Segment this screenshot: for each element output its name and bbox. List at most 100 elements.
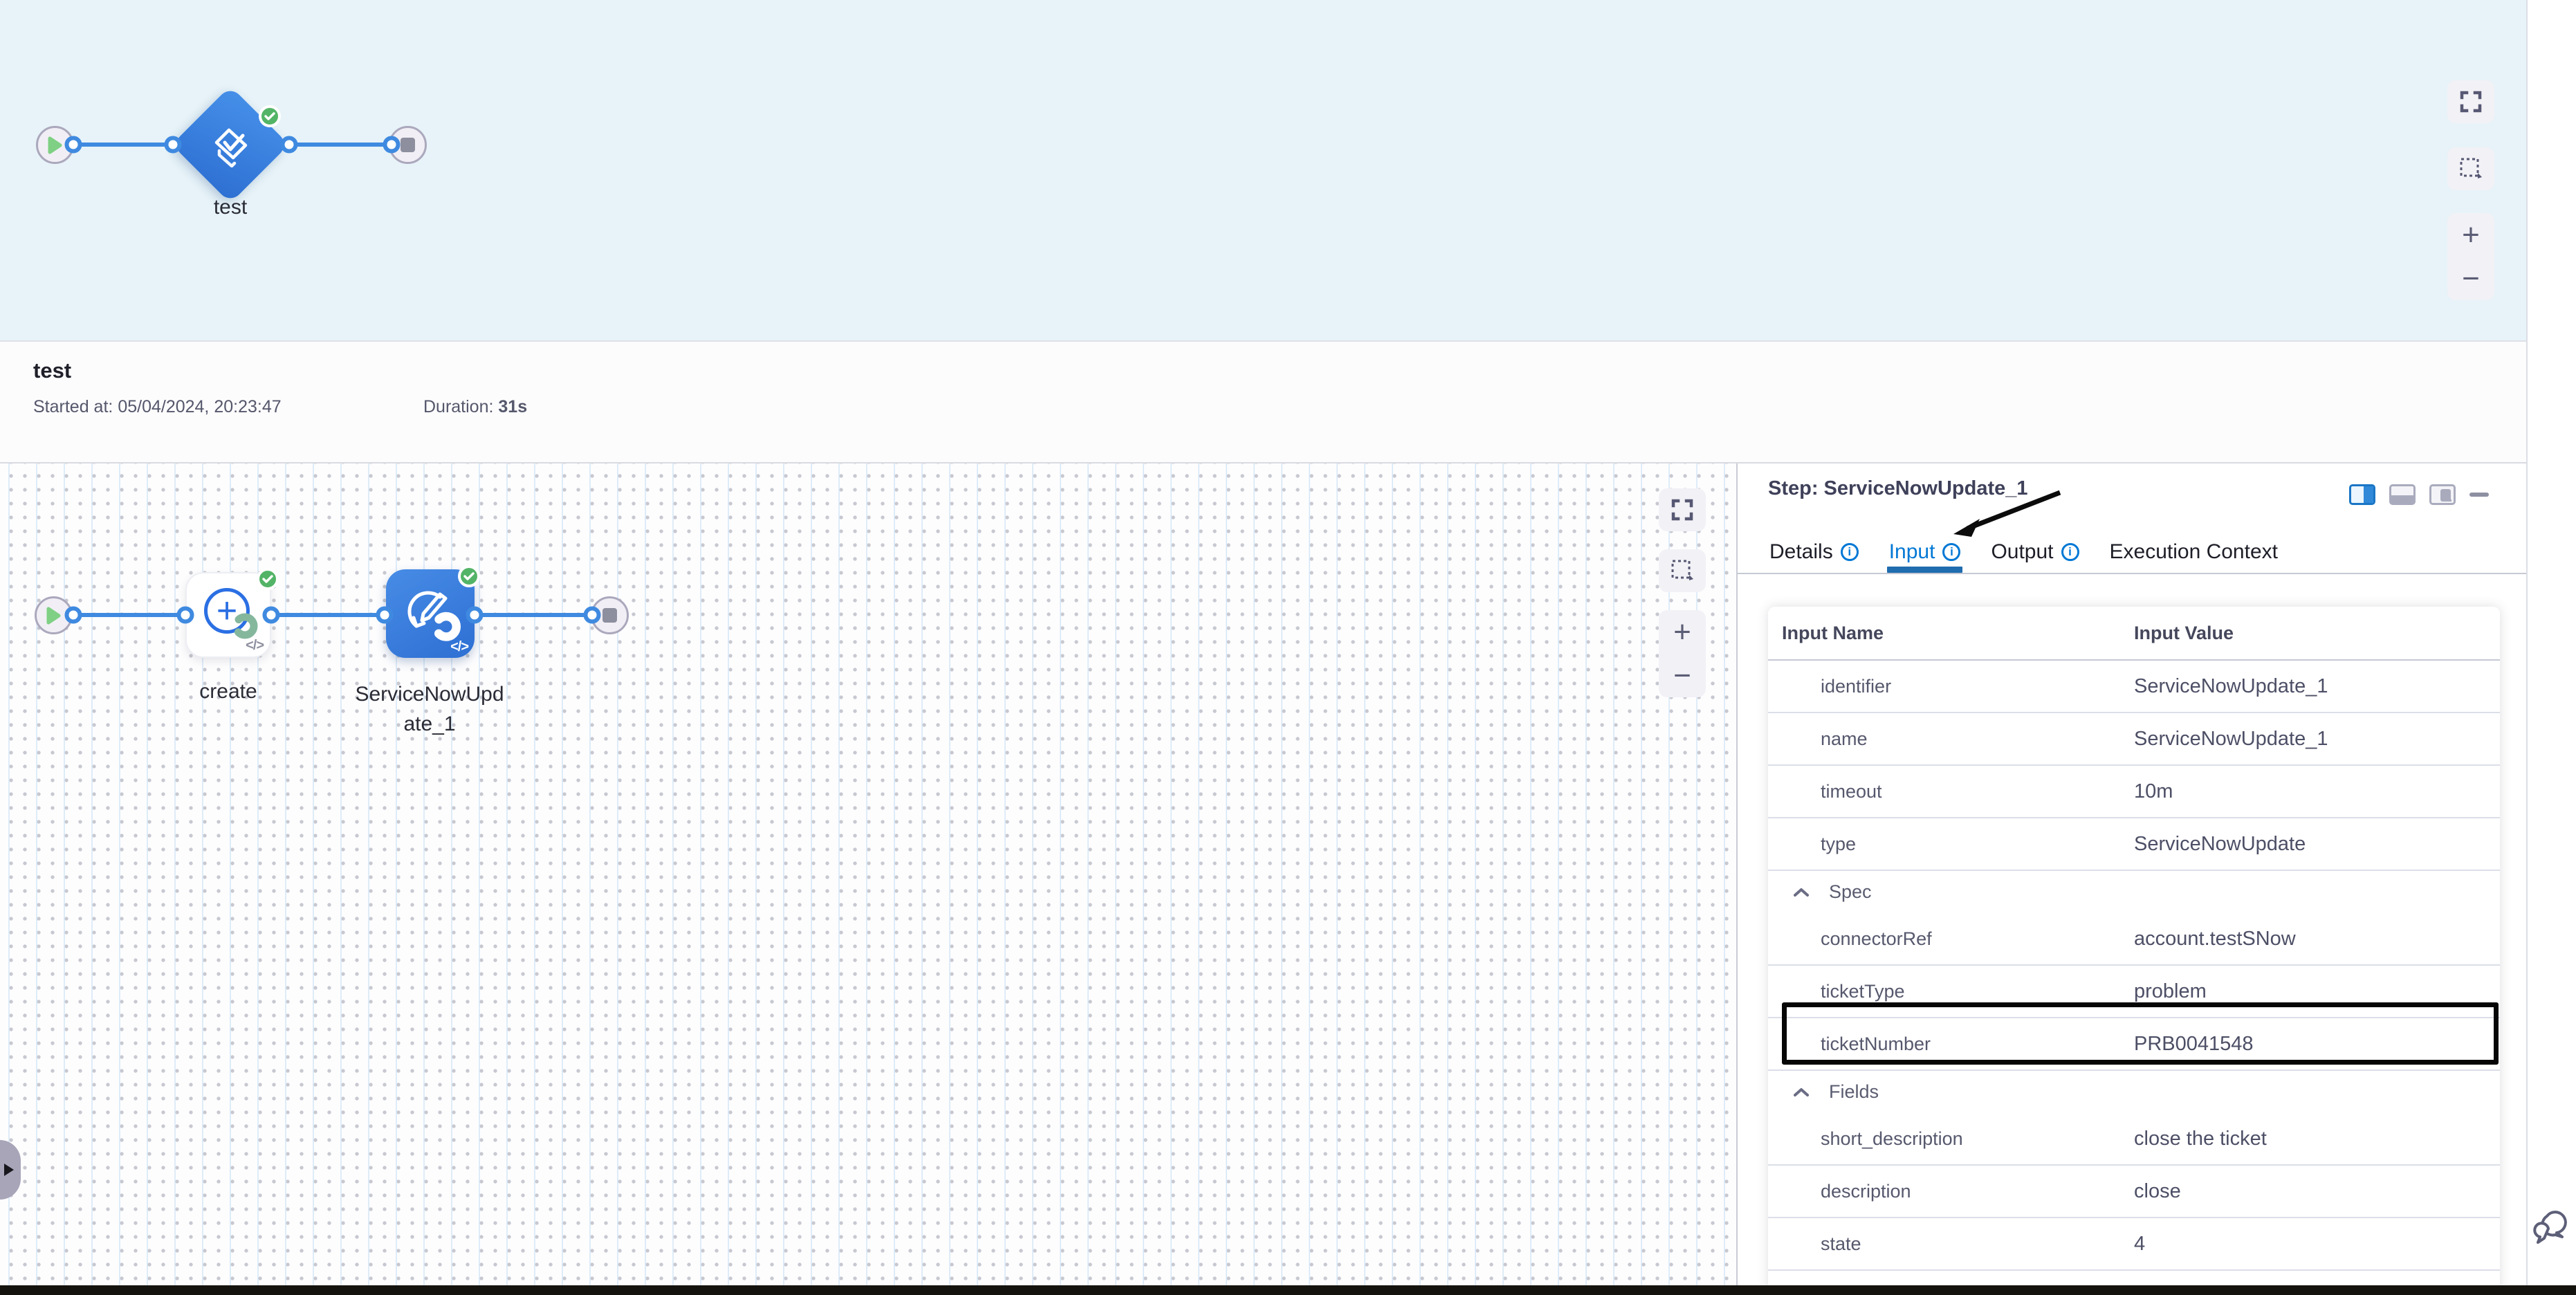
approval-step-icon xyxy=(211,125,252,171)
table-row: type ServiceNowUpdate xyxy=(1768,818,2500,871)
connector-port[interactable] xyxy=(376,607,394,624)
input-name: timeout xyxy=(1821,781,1882,802)
input-value: 10m xyxy=(2134,780,2173,803)
table-row: state 4 xyxy=(1768,1218,2500,1271)
input-value: ServiceNowUpdate xyxy=(2134,833,2306,856)
pipeline-canvas[interactable]: test + − xyxy=(0,0,2526,342)
input-value: problem xyxy=(2134,980,2207,1003)
tab-execution-context[interactable]: Execution Context xyxy=(2110,531,2278,573)
column-header-input-value: Input Value xyxy=(2134,623,2234,644)
chat-icon xyxy=(2534,1212,2566,1242)
connector-port[interactable] xyxy=(263,607,280,624)
table-section-header[interactable]: Fields xyxy=(1768,1071,2500,1113)
info-icon[interactable] xyxy=(1841,543,1859,561)
success-badge-icon xyxy=(259,105,281,127)
step-node-label[interactable]: create xyxy=(159,677,297,706)
layout-right-icon[interactable] xyxy=(2349,484,2375,505)
input-value: account.testSNow xyxy=(2134,928,2296,950)
connector-port[interactable] xyxy=(383,136,401,154)
table-row: short_description close the ticket xyxy=(1768,1113,2500,1166)
input-value: ServiceNowUpdate_1 xyxy=(2134,675,2328,698)
input-name: short_description xyxy=(1821,1128,1963,1150)
marquee-select-icon xyxy=(2459,157,2483,181)
ticket-number-highlight-box xyxy=(1782,1002,2499,1065)
section-label: Spec xyxy=(1829,881,1872,903)
input-name: connectorRef xyxy=(1821,928,1932,950)
tab-details[interactable]: Details xyxy=(1769,531,1859,573)
connector-port[interactable] xyxy=(584,607,601,624)
input-value: ServiceNowUpdate_1 xyxy=(2134,728,2328,751)
input-name: state xyxy=(1821,1233,1861,1255)
play-icon xyxy=(46,606,62,625)
zoom-out-icon[interactable]: − xyxy=(1673,661,1691,691)
zoom-controls: + − xyxy=(2447,213,2494,300)
input-name: description xyxy=(1821,1181,1911,1202)
annotation-arrow xyxy=(1937,483,2075,549)
input-value: 4 xyxy=(2134,1233,2145,1256)
chat-help-button[interactable] xyxy=(2532,1206,2572,1247)
layout-float-icon[interactable] xyxy=(2429,484,2456,505)
code-icon: </> xyxy=(246,638,264,654)
stop-icon xyxy=(602,608,617,623)
zoom-out-icon[interactable]: − xyxy=(2462,264,2480,294)
column-header-input-name: Input Name xyxy=(1782,623,1884,644)
table-section-header[interactable]: Spec xyxy=(1768,871,2500,913)
table-row: description close xyxy=(1768,1166,2500,1218)
chevron-up-icon xyxy=(1793,888,1810,897)
table-row: identifier ServiceNowUpdate_1 xyxy=(1768,661,2500,713)
step-panel-tabs: Details Input Output Execution Context xyxy=(1738,531,2526,574)
stop-icon xyxy=(401,138,415,152)
step-node-label[interactable]: ServiceNowUpdate_1 xyxy=(354,679,505,739)
started-value: 05/04/2024, 20:23:47 xyxy=(118,397,281,416)
connector-port[interactable] xyxy=(65,136,82,154)
success-badge-icon xyxy=(458,565,480,587)
chevron-up-icon xyxy=(1793,1087,1810,1097)
step-node-create[interactable]: + </> xyxy=(185,572,271,658)
bottom-screen-edge xyxy=(0,1285,2576,1295)
connector-port[interactable] xyxy=(65,607,82,624)
connector-port[interactable] xyxy=(281,136,298,154)
table-row: connectorRef account.testSNow xyxy=(1768,913,2500,966)
run-duration: Duration: 31s xyxy=(423,397,527,417)
table-row: timeout 10m xyxy=(1768,766,2500,818)
duration-value: 31s xyxy=(498,397,527,416)
input-name: type xyxy=(1821,834,1856,855)
table-body: identifier ServiceNowUpdate_1 name Servi… xyxy=(1768,661,2500,1295)
run-title: test xyxy=(33,358,71,383)
duration-label: Duration: xyxy=(423,397,493,416)
marquee-select-button[interactable] xyxy=(1659,549,1706,592)
step-node-servicenow-update[interactable]: </> xyxy=(386,569,475,658)
marquee-select-icon xyxy=(1671,559,1694,582)
input-value: close the ticket xyxy=(2134,1128,2267,1150)
started-label: Started at: xyxy=(33,397,113,416)
code-icon: </> xyxy=(450,639,468,655)
input-name: name xyxy=(1821,728,1868,750)
run-header: test Started at: 05/04/2024, 20:23:47 Du… xyxy=(0,342,2526,463)
fullscreen-icon xyxy=(2460,91,2482,113)
minimize-panel-icon[interactable] xyxy=(2469,493,2489,497)
success-badge-icon xyxy=(257,568,279,590)
chevron-right-icon xyxy=(1,1161,17,1178)
marquee-select-button[interactable] xyxy=(2447,147,2494,190)
layout-bottom-icon[interactable] xyxy=(2389,484,2416,505)
zoom-controls: + − xyxy=(1659,610,1706,697)
table-row: name ServiceNowUpdate_1 xyxy=(1768,713,2500,766)
run-started-at: Started at: 05/04/2024, 20:23:47 xyxy=(33,397,282,417)
play-icon xyxy=(47,136,64,155)
connector-port[interactable] xyxy=(177,607,194,624)
fullscreen-button[interactable] xyxy=(2447,80,2494,123)
fullscreen-button[interactable] xyxy=(1659,488,1706,531)
input-value: close xyxy=(2134,1180,2181,1203)
table-header-row: Input Name Input Value xyxy=(1768,607,2500,661)
right-gutter xyxy=(2526,0,2576,1295)
connector-port[interactable] xyxy=(466,607,484,624)
fullscreen-icon xyxy=(1671,499,1693,521)
pipeline-execution-page: test + − test Started at: 05/04/2024, 20… xyxy=(0,0,2576,1295)
input-name: ticketType xyxy=(1821,981,1905,1002)
stage-connector-line xyxy=(72,613,592,617)
input-name: identifier xyxy=(1821,676,1891,697)
zoom-in-icon[interactable]: + xyxy=(2462,220,2480,250)
input-table-card: Input Name Input Value identifier Servic… xyxy=(1768,607,2500,1295)
connector-port[interactable] xyxy=(165,136,182,154)
zoom-in-icon[interactable]: + xyxy=(1673,617,1691,648)
